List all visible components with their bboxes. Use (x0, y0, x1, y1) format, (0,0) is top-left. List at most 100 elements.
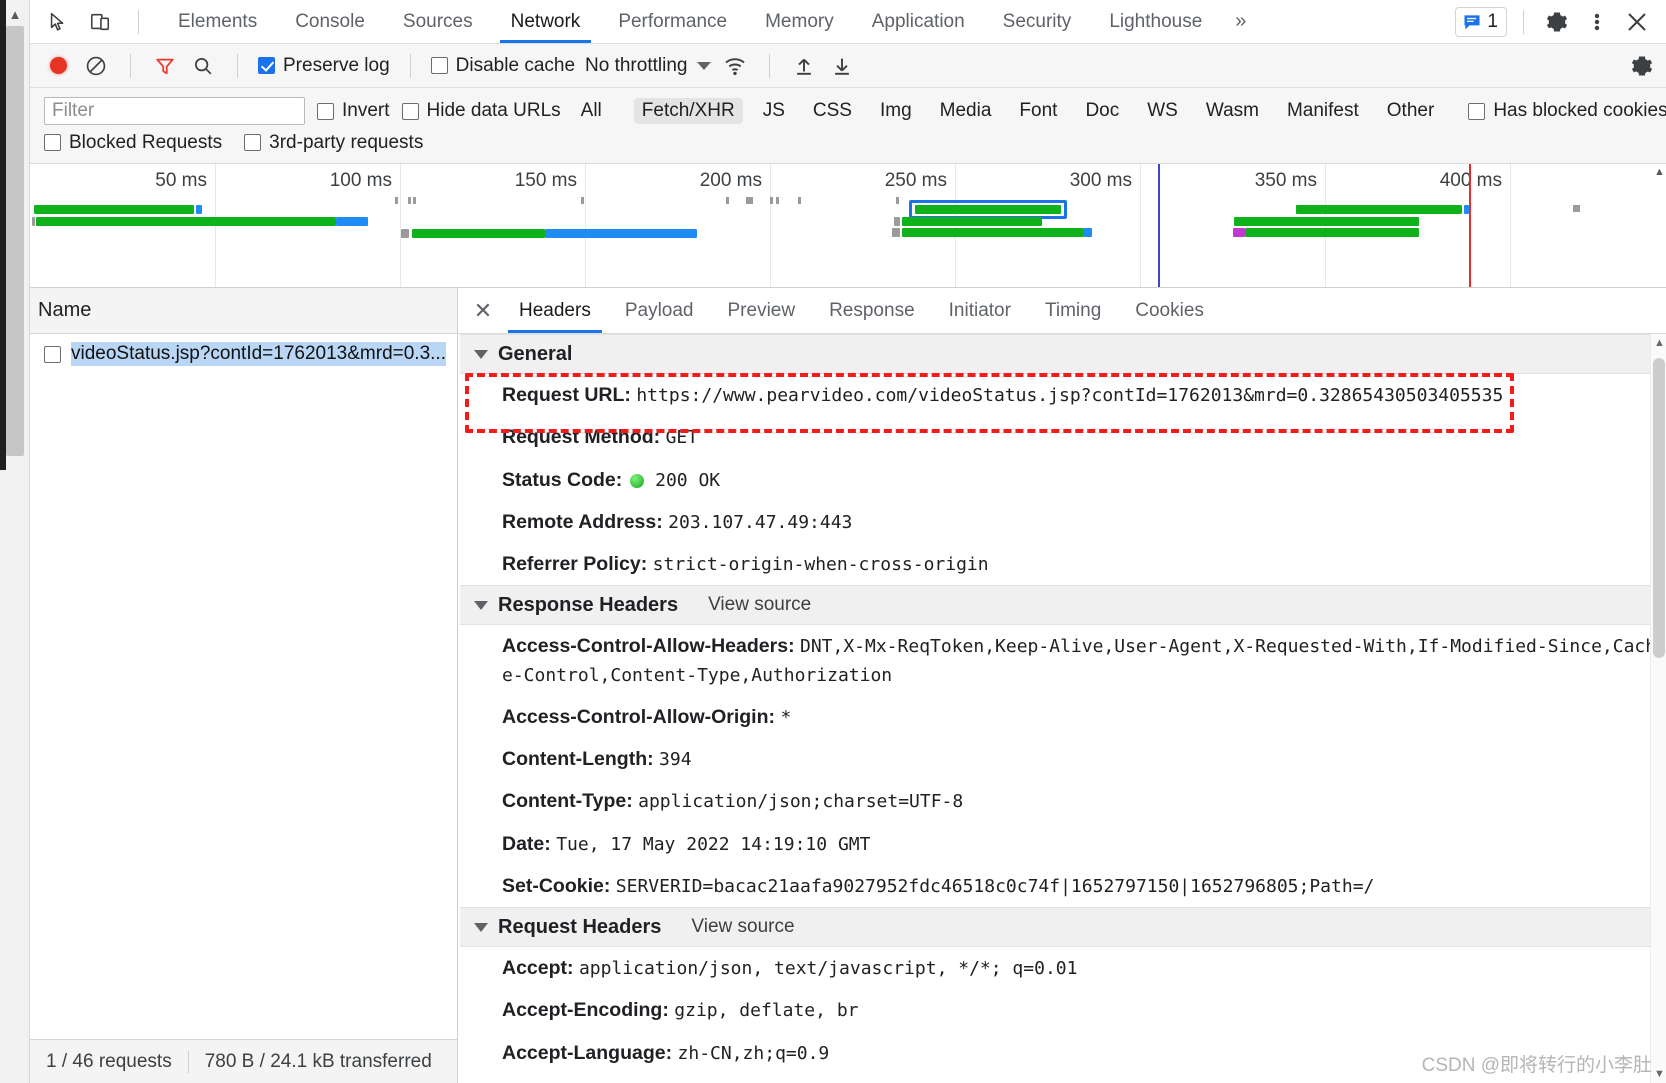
gear-icon[interactable] (1540, 5, 1574, 39)
network-overview[interactable]: 50 ms 100 ms 150 ms 200 ms 250 ms 300 ms… (30, 164, 1666, 288)
filter-input[interactable] (44, 97, 305, 125)
tab-application[interactable]: Application (853, 0, 984, 43)
page-scroll-rail[interactable]: ▲ (0, 0, 30, 1083)
chevron-down-icon[interactable] (697, 61, 712, 70)
tab-memory[interactable]: Memory (746, 0, 853, 43)
header-key: Content-Length: (502, 748, 654, 771)
filter-type-ws[interactable]: WS (1139, 98, 1186, 124)
header-value: GET (665, 427, 699, 449)
tab-preview[interactable]: Preview (711, 288, 813, 333)
overview-bar (412, 229, 545, 238)
filter-type-other[interactable]: Other (1379, 98, 1443, 124)
record-button[interactable] (44, 52, 72, 80)
table-row[interactable]: videoStatus.jsp?contId=1762013&mrd=0.3..… (30, 334, 457, 374)
disable-cache-toggle[interactable]: Disable cache (430, 55, 575, 77)
view-source-link[interactable]: View source (691, 916, 794, 938)
section-header-request-headers[interactable]: Request Headers View source (460, 907, 1666, 948)
blocked-requests-toggle[interactable]: Blocked Requests (44, 132, 222, 154)
has-blocked-cookies-checkbox[interactable] (1468, 102, 1486, 120)
overview-bar (32, 217, 35, 226)
throttling-profiles-icon[interactable] (721, 52, 749, 80)
scroll-thumb[interactable] (1653, 358, 1665, 658)
scroll-down-arrow-icon[interactable]: ▼ (1654, 1068, 1665, 1080)
overview-right-rail[interactable]: ▲ (1652, 164, 1666, 287)
overview-bar (1084, 228, 1092, 237)
close-details-icon[interactable]: ✕ (464, 288, 502, 333)
filter-type-all[interactable]: All (573, 98, 610, 124)
disable-cache-checkbox[interactable] (430, 57, 448, 74)
filter-type-doc[interactable]: Doc (1077, 98, 1127, 124)
request-list-header[interactable]: Name (30, 288, 457, 334)
request-name[interactable]: videoStatus.jsp?contId=1762013&mrd=0.3..… (71, 342, 446, 366)
overview-tiny-bar (770, 197, 773, 204)
section-header-response-headers[interactable]: Response Headers View source (460, 585, 1666, 626)
tab-label: Timing (1044, 299, 1102, 321)
hide-data-urls-toggle[interactable]: Hide data URLs (401, 100, 561, 122)
tab-initiator[interactable]: Initiator (932, 288, 1028, 333)
section-header-general[interactable]: General (460, 334, 1666, 374)
header-value: gzip, deflate, br (674, 1000, 859, 1022)
hide-data-urls-checkbox[interactable] (401, 102, 419, 120)
preserve-log-toggle[interactable]: Preserve log (258, 55, 390, 77)
tab-performance[interactable]: Performance (599, 0, 746, 43)
third-party-requests-checkbox[interactable] (244, 134, 262, 151)
row-checkbox[interactable] (44, 345, 61, 363)
search-icon[interactable] (189, 52, 217, 80)
has-blocked-cookies-toggle[interactable]: Has blocked cookies (1468, 100, 1666, 122)
scroll-up-arrow-icon[interactable]: ▲ (1654, 337, 1665, 349)
scroll-up-arrow-icon[interactable]: ▲ (5, 4, 25, 24)
blocked-requests-checkbox[interactable] (44, 134, 61, 151)
invert-toggle[interactable]: Invert (317, 100, 390, 122)
overview-bar (401, 229, 409, 238)
tab-elements[interactable]: Elements (159, 0, 276, 43)
import-har-icon[interactable] (790, 52, 818, 80)
headers-body[interactable]: General Request URL: https://www.pearvid… (458, 334, 1666, 1083)
tab-headers[interactable]: Headers (502, 288, 608, 333)
header-key: Remote Address: (502, 510, 663, 533)
filter-type-font[interactable]: Font (1011, 98, 1065, 124)
tab-timing[interactable]: Timing (1028, 288, 1118, 333)
more-tabs-chevron-icon[interactable]: » (1221, 0, 1260, 43)
filter-type-js[interactable]: JS (755, 98, 793, 124)
invert-checkbox[interactable] (317, 102, 334, 120)
preserve-log-checkbox[interactable] (258, 57, 275, 74)
tab-label: Preview (727, 299, 796, 321)
details-scrollbar[interactable]: ▲ ▼ (1650, 334, 1666, 1083)
throttling-select[interactable]: No throttling (585, 55, 687, 77)
tab-cookies[interactable]: Cookies (1118, 288, 1221, 333)
triangle-down-icon[interactable] (474, 349, 488, 359)
tab-response[interactable]: Response (812, 288, 932, 333)
filter-icon[interactable] (151, 52, 179, 80)
filter-type-media[interactable]: Media (932, 98, 1000, 124)
scroll-up-arrow-icon[interactable]: ▲ (1654, 166, 1665, 178)
tab-sources[interactable]: Sources (384, 0, 492, 43)
filter-type-css[interactable]: CSS (805, 98, 860, 124)
tab-console[interactable]: Console (276, 0, 384, 43)
third-party-requests-toggle[interactable]: 3rd-party requests (244, 132, 423, 154)
filter-type-img[interactable]: Img (872, 98, 920, 124)
tab-payload[interactable]: Payload (608, 288, 711, 333)
close-icon[interactable] (1620, 5, 1654, 39)
device-toolbar-icon[interactable] (86, 8, 114, 36)
triangle-down-icon[interactable] (474, 922, 488, 932)
filter-type-wasm[interactable]: Wasm (1198, 98, 1267, 124)
request-list[interactable]: videoStatus.jsp?contId=1762013&mrd=0.3..… (30, 334, 457, 1039)
filter-type-manifest[interactable]: Manifest (1279, 98, 1367, 124)
clear-button[interactable] (82, 52, 110, 80)
console-messages-badge[interactable]: 1 (1455, 6, 1507, 37)
header-key: Request URL: (502, 384, 631, 406)
overview-bar (545, 229, 697, 238)
export-har-icon[interactable] (828, 52, 856, 80)
view-source-link[interactable]: View source (708, 594, 811, 616)
tab-lighthouse[interactable]: Lighthouse (1090, 0, 1221, 43)
inspect-element-icon[interactable] (44, 8, 72, 36)
overview-tiny-bar (1573, 205, 1580, 212)
more-options-icon[interactable] (1580, 5, 1614, 39)
header-value[interactable]: https://www.pearvideo.com/videoStatus.js… (636, 385, 1503, 406)
network-settings-icon[interactable] (1628, 52, 1656, 80)
filter-type-fetch-xhr[interactable]: Fetch/XHR (633, 98, 743, 124)
scroll-thumb[interactable] (6, 26, 24, 456)
triangle-down-icon[interactable] (474, 600, 488, 610)
tab-security[interactable]: Security (984, 0, 1091, 43)
tab-network[interactable]: Network (492, 0, 600, 43)
